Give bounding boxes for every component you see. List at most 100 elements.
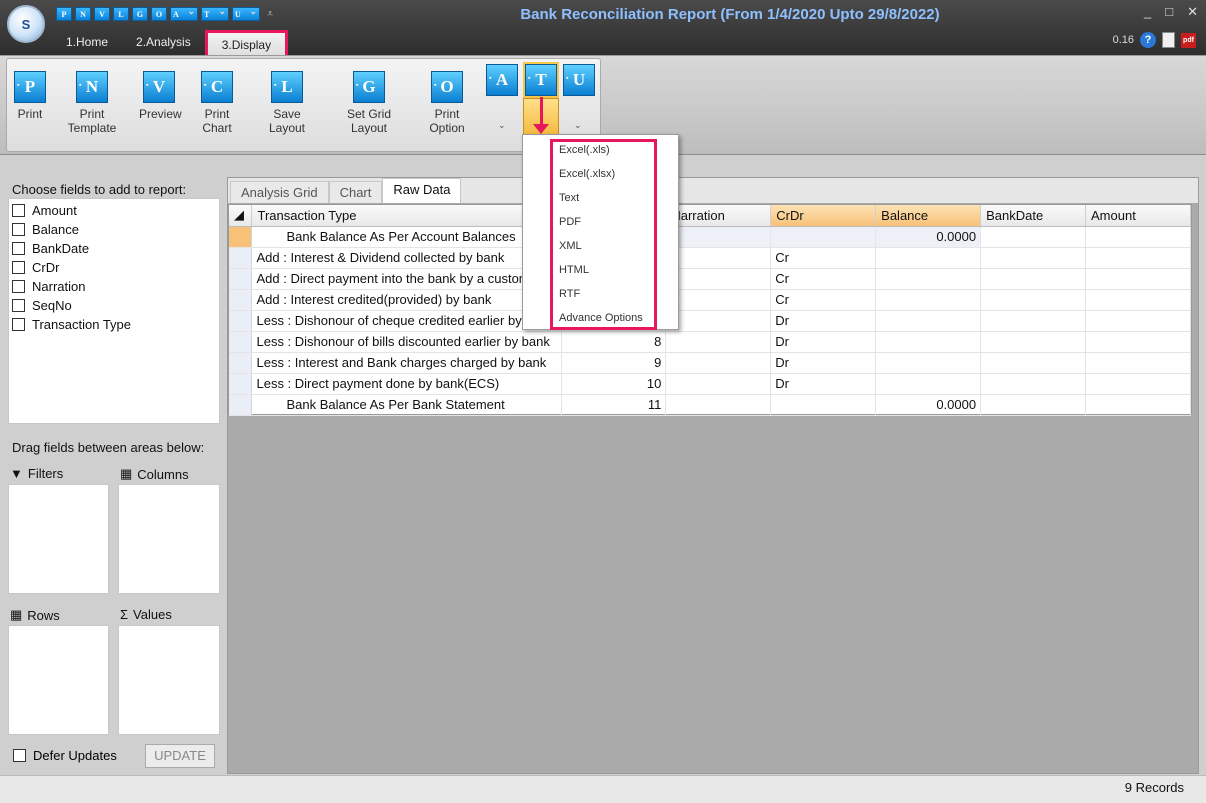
row-indicator[interactable] [229,268,253,290]
defer-updates-checkbox[interactable]: Defer Updates [13,748,117,763]
cell-transaction-type[interactable]: Less : Dishonour of bills discounted ear… [251,331,563,353]
tab-analysis[interactable]: 2.Analysis [122,30,205,56]
tab-display[interactable]: 3.Display [204,30,289,56]
cell-balance[interactable] [875,268,982,290]
cell-balance[interactable] [875,352,982,374]
cell-amount[interactable] [1085,226,1191,248]
cell-bankdate[interactable] [980,289,1087,311]
checkbox[interactable] [12,223,25,236]
row-indicator[interactable] [229,352,253,374]
field-item-amount[interactable]: Amount [9,201,219,220]
columns-zone[interactable] [118,484,220,594]
tab-chart[interactable]: Chart [328,181,383,203]
set-grid-layout-button[interactable]: ▪ G Set Grid Layout [330,71,408,135]
row-indicator[interactable] [229,310,253,332]
filters-zone[interactable] [8,484,109,594]
menu-item-html[interactable]: HTML [559,264,589,276]
cell-crdr[interactable]: Dr [770,310,877,332]
row-indicator[interactable] [229,289,253,311]
rows-zone[interactable] [8,625,109,735]
field-item-transaction-type[interactable]: Transaction Type [9,315,219,334]
cell-transaction-type[interactable]: Less : Interest and Bank charges charged… [251,352,563,374]
table-row[interactable]: Add : Interest credited(provided) by ban… [229,289,1191,311]
cell-crdr[interactable]: Cr [770,247,877,269]
print-template-button[interactable]: ▪ N Print Template [57,71,127,135]
cell-crdr[interactable]: Dr [770,373,877,395]
qa-preview-icon[interactable]: V [94,7,110,21]
cell-amount[interactable] [1085,289,1191,311]
print-button[interactable]: ▪ P Print [13,71,47,121]
cell-crdr[interactable]: Cr [770,289,877,311]
cell-transaction-type[interactable]: Bank Balance As Per Account Balances [251,226,563,248]
close-icon[interactable]: ✕ [1187,4,1198,20]
cell-bankdate[interactable] [980,352,1087,374]
chevron-down-icon[interactable]: ⌄ [574,120,582,131]
cell-narration[interactable] [665,352,772,374]
minimize-icon[interactable]: _ [1144,4,1151,20]
field-item-bankdate[interactable]: BankDate [9,239,219,258]
table-row[interactable]: Less : Dishonour of cheque credited earl… [229,310,1191,332]
menu-item-xml[interactable]: XML [559,240,582,252]
cell-bankdate[interactable] [980,394,1087,416]
cell-balance[interactable]: 0.0000 [875,394,982,416]
cell-transaction-type[interactable]: Less : Dishonour of cheque credited earl… [251,310,563,332]
cell-narration[interactable] [665,310,772,332]
cell-bankdate[interactable] [980,226,1087,248]
table-row[interactable]: Bank Balance As Per Account Balances 0.00… [229,226,1191,248]
checkbox[interactable] [12,318,25,331]
export-u-button[interactable]: ▪ U [563,64,595,96]
field-item-balance[interactable]: Balance [9,220,219,239]
col-amount[interactable]: Amount [1085,205,1191,227]
save-layout-button[interactable]: ▪ L Save Layout [256,71,318,135]
cell-narration[interactable] [665,289,772,311]
table-row[interactable]: Add : Direct payment into the bank by a … [229,268,1191,290]
row-indicator[interactable] [229,373,253,395]
table-row[interactable]: Less : Interest and Bank charges charged… [229,352,1191,374]
cell-seqno[interactable]: 10 [561,373,667,395]
row-indicator[interactable] [229,394,253,416]
checkbox[interactable] [12,242,25,255]
col-crdr[interactable]: CrDr [770,205,877,227]
table-row[interactable]: Less : Dishonour of bills discounted ear… [229,331,1191,353]
app-logo[interactable]: S [7,5,45,43]
menu-item-rtf[interactable]: RTF [559,288,580,300]
menu-item-excel-xlsx[interactable]: Excel(.xlsx) [559,168,615,180]
row-indicator[interactable] [229,331,253,353]
cell-amount[interactable] [1085,394,1191,416]
menu-item-text[interactable]: Text [559,192,579,204]
pdf-icon[interactable]: pdf [1181,32,1196,48]
print-chart-button[interactable]: ▪ C Print Chart [191,71,243,135]
cell-bankdate[interactable] [980,268,1087,290]
cell-narration[interactable] [665,247,772,269]
cell-balance[interactable] [875,331,982,353]
cell-transaction-type[interactable]: Less : Direct payment done by bank(ECS) [251,373,563,395]
cell-amount[interactable] [1085,310,1191,332]
cell-crdr[interactable]: Cr [770,268,877,290]
qa-u-dropdown[interactable]: U [232,6,260,21]
row-indicator[interactable] [229,247,253,269]
cell-balance[interactable] [875,247,982,269]
cell-bankdate[interactable] [980,331,1087,353]
checkbox[interactable] [12,204,25,217]
cell-amount[interactable] [1085,268,1191,290]
preview-button[interactable]: ▪ V Preview [139,71,182,121]
field-item-crdr[interactable]: CrDr [9,258,219,277]
checkbox[interactable] [13,749,26,762]
menu-item-pdf[interactable]: PDF [559,216,581,228]
cell-crdr[interactable]: Dr [770,331,877,353]
maximize-icon[interactable]: □ [1165,4,1173,20]
tab-analysis-grid[interactable]: Analysis Grid [230,181,329,203]
cell-balance[interactable] [875,289,982,311]
cell-crdr[interactable]: Dr [770,352,877,374]
row-indicator[interactable] [229,226,253,248]
tab-raw-data[interactable]: Raw Data [382,178,462,203]
qa-a-dropdown[interactable]: A [170,6,198,21]
cell-amount[interactable] [1085,352,1191,374]
checkbox[interactable] [12,280,25,293]
cell-amount[interactable] [1085,373,1191,395]
cell-bankdate[interactable] [980,247,1087,269]
cell-transaction-type[interactable]: Add : Interest credited(provided) by ban… [251,289,563,311]
export-a-button[interactable]: ▪ A [486,64,518,96]
menu-item-advance-options[interactable]: Advance Options [559,312,643,324]
values-zone[interactable] [118,625,220,735]
